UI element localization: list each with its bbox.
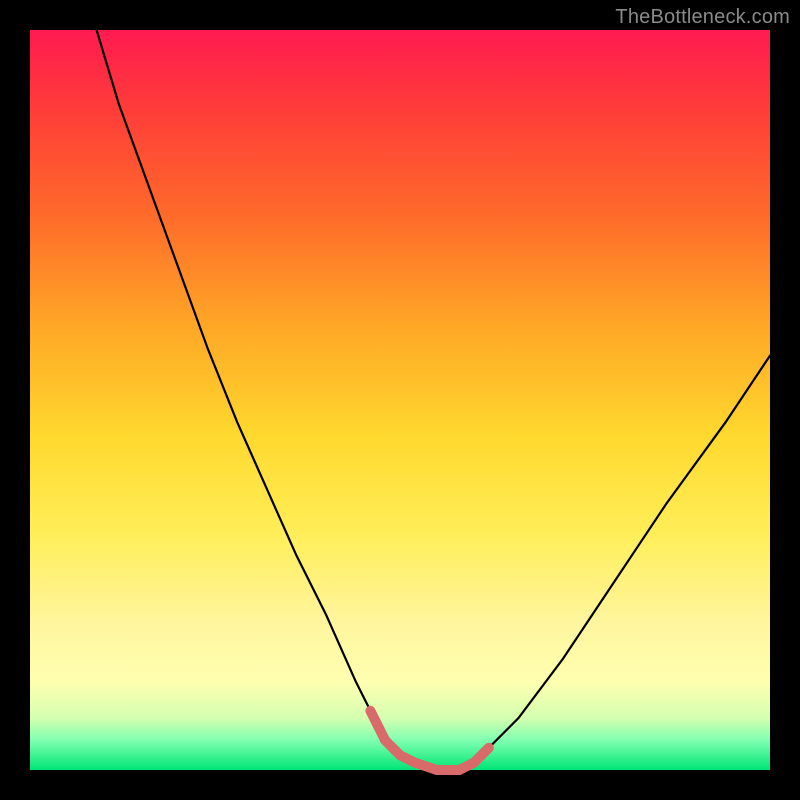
valley-highlight — [370, 711, 488, 770]
curve-layer — [30, 30, 770, 770]
chart-frame: TheBottleneck.com — [0, 0, 800, 800]
watermark-text: TheBottleneck.com — [615, 6, 790, 29]
plot-area — [30, 30, 770, 770]
bottleneck-curve — [97, 30, 770, 770]
